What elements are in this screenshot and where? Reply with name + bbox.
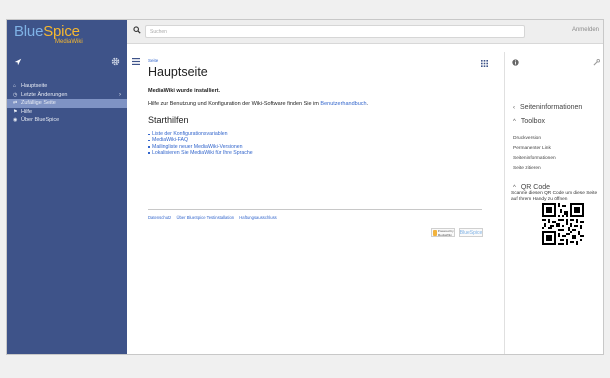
sidebar-item-ueber-bluespice[interactable]: ◉ Über BlueSpice [7, 116, 127, 125]
toolbox-item-page-info[interactable]: Seiteninformationen [513, 156, 556, 161]
badge-label: BlueSpice [459, 229, 483, 236]
help-text-end: . [366, 101, 369, 107]
bluespice-logo[interactable]: BlueSpice MediaWiki [7, 20, 127, 52]
list-link[interactable]: Lokalisieren Sie MediaWiki für Ihre Spra… [148, 150, 478, 156]
pin-icon[interactable] [14, 58, 22, 66]
sidebar-item-label: Hauptseite [21, 83, 48, 89]
gear-icon[interactable] [111, 57, 120, 66]
left-sidebar: ⌂ Hauptseite ◷ Letzte Änderungen › ⇄ Zuf… [7, 52, 127, 354]
toolbox-heading[interactable]: ^ Toolbox [513, 118, 545, 125]
manual-link[interactable]: Benutzerhandbuch [320, 101, 366, 107]
footer-link-about[interactable]: Über BlueSpice Testinstallation [176, 215, 234, 220]
clock-icon: ◷ [13, 91, 18, 98]
qr-code-image [542, 203, 584, 245]
page-content: MediaWiki wurde installiert. Hilfe zur B… [148, 88, 478, 156]
starthilfen-list: Liste der Konfigurationsvariablen MediaW… [148, 131, 478, 156]
chevron-right-icon[interactable]: › [119, 91, 121, 100]
shuffle-icon: ⇄ [13, 100, 18, 106]
qr-description: Scanne diesen QR Code um diese Seite auf… [511, 191, 598, 202]
wrench-icon[interactable] [593, 59, 600, 66]
toolbox-item-cite[interactable]: Seite zitieren [513, 166, 541, 171]
home-icon: ⌂ [13, 83, 17, 89]
heading-label: Seiteninformationen [520, 104, 583, 111]
info-circle-icon[interactable] [512, 59, 519, 66]
page-title: Hauptseite [148, 65, 208, 79]
sidebar-item-label: Letzte Änderungen [21, 91, 68, 98]
bluespice-badge[interactable]: BlueSpice [459, 228, 483, 237]
browser-viewport: Anmelden BlueSpice MediaWiki ⌂ Hauptseit… [6, 19, 604, 355]
toolbox-item-permalink[interactable]: Permanenter Link [513, 146, 551, 151]
sidebar-item-letzte-aenderungen[interactable]: ◷ Letzte Änderungen › [7, 91, 127, 100]
logo-text-blue: Blue [14, 23, 44, 40]
section-heading: Starthilfen [148, 115, 189, 125]
sidebar-item-label: Zufällige Seite [21, 100, 56, 106]
sidebar-item-hilfe[interactable]: ⚑ Hilfe [7, 108, 127, 117]
logo-text-spice: Spice [43, 23, 80, 40]
logo-subtitle: MediaWiki [55, 39, 83, 45]
help-paragraph: Hilfe zur Benutzung und Konfiguration de… [148, 101, 478, 107]
search-icon [133, 26, 141, 34]
heading-label: QR Code [520, 184, 551, 191]
info-icon: ◉ [13, 117, 18, 123]
help-text: Hilfe zur Benutzung und Konfiguration de… [148, 101, 321, 107]
footer-link-datenschutz[interactable]: Datenschutz [148, 215, 171, 220]
sidebar-item-zufaellige-seite[interactable]: ⇄ Zufällige Seite [7, 99, 127, 108]
badge-label: Powered by MediaWiki [437, 228, 454, 237]
sidebar-item-hauptseite[interactable]: ⌂ Hauptseite [7, 82, 127, 91]
chevron-left-icon: ‹ [513, 105, 515, 111]
help-icon: ⚑ [13, 108, 18, 115]
toolbox-item-print[interactable]: Druckversion [513, 136, 541, 141]
mediawiki-flower-icon [433, 229, 437, 236]
breadcrumb[interactable]: Seite [148, 58, 158, 63]
sidebar-nav: ⌂ Hauptseite ◷ Letzte Änderungen › ⇄ Zuf… [7, 82, 127, 125]
login-link[interactable]: Anmelden [572, 27, 599, 33]
installed-message: MediaWiki wurde installiert. [148, 88, 221, 94]
heading-label: Toolbox [520, 118, 545, 125]
search-input[interactable] [145, 25, 525, 38]
footer-divider [148, 209, 482, 210]
footer-link-disclaimer[interactable]: Haftungsausschluss [239, 215, 276, 220]
grid-menu-icon[interactable] [481, 60, 488, 67]
sidebar-item-label: Hilfe [21, 108, 33, 115]
right-panel: ‹ Seiteninformationen ^ Toolbox Druckversi… [504, 52, 603, 354]
footer-links: Datenschutz Über BlueSpice Testinstallat… [148, 215, 281, 220]
page-info-heading[interactable]: ‹ Seiteninformationen [513, 104, 582, 111]
chevron-up-icon: ^ [513, 119, 516, 125]
sidebar-item-label: Über BlueSpice [21, 117, 60, 123]
powered-by-mediawiki-badge[interactable]: Powered by MediaWiki [431, 228, 455, 237]
qr-heading[interactable]: ^ QR Code [513, 184, 550, 191]
hamburger-menu-icon[interactable] [132, 58, 140, 65]
